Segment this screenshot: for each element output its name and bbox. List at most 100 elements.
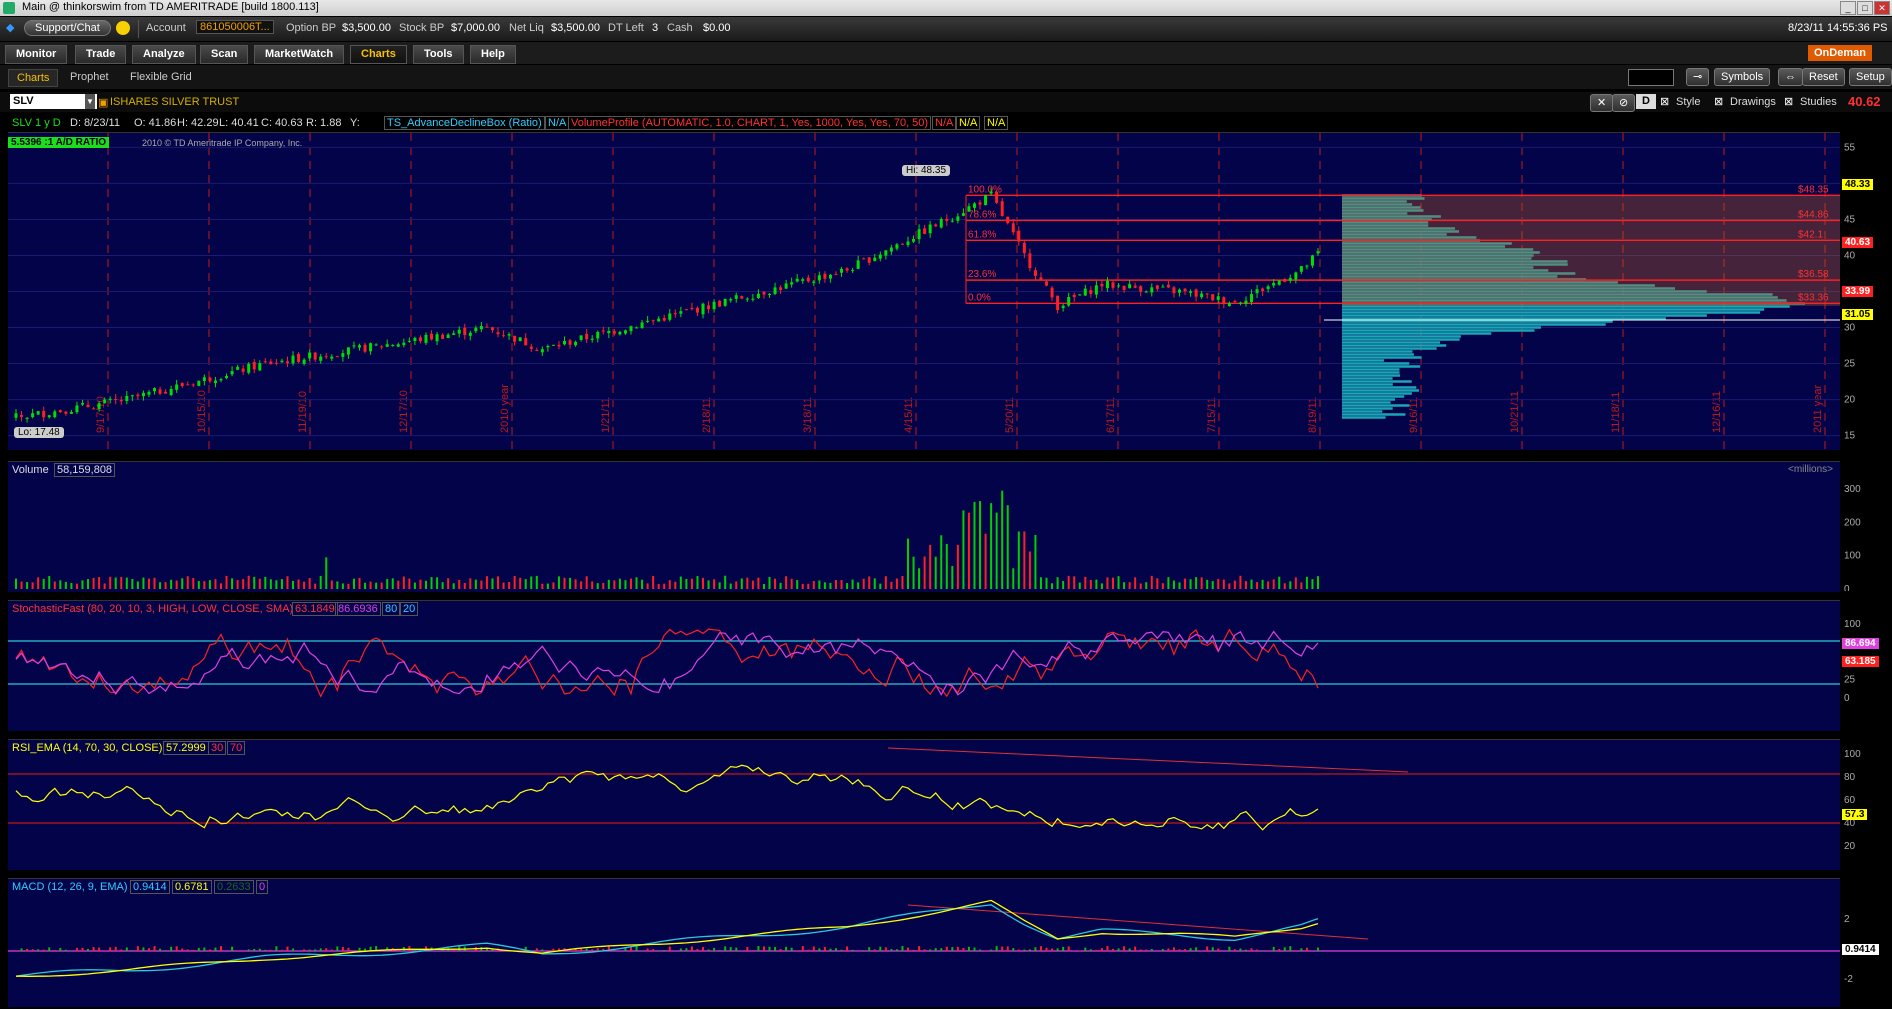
symbols-button[interactable]: Symbols bbox=[1714, 68, 1770, 86]
setup-menu-icon[interactable]: ◆ bbox=[6, 21, 14, 34]
macd-label[interactable]: MACD (12, 26, 9, EMA) bbox=[12, 881, 128, 893]
macd-histogram-bar bbox=[807, 950, 809, 951]
macd-diff-value: 0.2633 bbox=[214, 880, 254, 894]
volume-bar bbox=[181, 578, 183, 589]
studies-button[interactable]: Studies bbox=[1800, 96, 1837, 108]
macd-histogram-bar bbox=[436, 950, 438, 951]
stochastic-label[interactable]: StochasticFast (80, 20, 10, 3, HIGH, LOW… bbox=[12, 603, 293, 615]
chevron-down-icon[interactable]: ▼ bbox=[85, 94, 95, 109]
crosshair-icon[interactable]: ✕ bbox=[1590, 94, 1613, 112]
candle-body bbox=[912, 239, 915, 242]
date-tick-label: 11/18/11 bbox=[1610, 392, 1622, 433]
tab-analyze[interactable]: Analyze bbox=[132, 45, 196, 64]
key-icon[interactable]: ⊸ bbox=[1686, 68, 1709, 86]
macd-histogram-bar bbox=[237, 950, 239, 951]
drawings-button[interactable]: Drawings bbox=[1730, 96, 1776, 108]
volume-bar bbox=[192, 578, 194, 589]
style-button[interactable]: Style bbox=[1676, 96, 1700, 108]
support-chat-button[interactable]: Support/Chat bbox=[24, 20, 111, 36]
volume-bar bbox=[796, 580, 798, 589]
macd-histogram-bar bbox=[901, 946, 903, 951]
stochastic-panel[interactable]: StochasticFast (80, 20, 10, 3, HIGH, LOW… bbox=[8, 600, 1840, 731]
tab-monitor[interactable]: Monitor bbox=[5, 45, 67, 64]
ondemand-button[interactable]: OnDeman bbox=[1808, 45, 1872, 61]
subtab-flexible-grid[interactable]: Flexible Grid bbox=[122, 69, 200, 85]
macd-histogram-bar bbox=[1140, 949, 1142, 951]
alert-icon[interactable] bbox=[116, 21, 130, 35]
subtab-prophet[interactable]: Prophet bbox=[62, 69, 117, 85]
rsi-panel[interactable]: RSI_EMA (14, 70, 30, CLOSE) 57.2999 30 7… bbox=[8, 739, 1840, 870]
candle-body bbox=[391, 345, 394, 346]
volume-bar bbox=[636, 577, 638, 589]
symbol-input[interactable]: SLV bbox=[10, 94, 97, 109]
candle-body bbox=[702, 304, 705, 315]
volume-bar bbox=[1145, 582, 1147, 589]
minimize-button[interactable]: _ bbox=[1840, 1, 1856, 15]
account-select[interactable]: 861050006T... bbox=[196, 20, 274, 34]
volume-bar bbox=[104, 583, 106, 589]
volume-bar bbox=[1079, 583, 1081, 589]
macd-histogram-bar bbox=[1289, 946, 1291, 951]
aggregation-button[interactable]: D bbox=[1636, 94, 1656, 109]
macd-histogram-bar bbox=[15, 950, 17, 951]
macd-histogram-bar bbox=[1167, 949, 1169, 951]
fib-level-label: 78.6% bbox=[968, 209, 996, 220]
copyright: 2010 © TD Ameritrade IP Company, Inc. bbox=[142, 138, 302, 148]
macd-histogram-bar bbox=[973, 948, 975, 951]
tab-trade[interactable]: Trade bbox=[75, 45, 126, 64]
macd-histogram-bar bbox=[685, 948, 687, 951]
price-panel[interactable]: 9/17/1010/15/1011/19/1012/17/102010 year… bbox=[8, 132, 1840, 450]
volume-bar bbox=[419, 580, 421, 589]
tab-help[interactable]: Help bbox=[470, 45, 516, 64]
volume-bar bbox=[375, 583, 377, 589]
maximize-button[interactable]: □ bbox=[1857, 1, 1873, 15]
tab-charts[interactable]: Charts bbox=[350, 45, 407, 64]
volume-bar bbox=[558, 576, 560, 589]
close-button[interactable]: ✕ bbox=[1874, 1, 1890, 15]
macd-histogram-bar bbox=[1317, 948, 1319, 951]
candle-body bbox=[15, 413, 18, 417]
volume-bar bbox=[198, 581, 200, 589]
rsi-tick-label: 60 bbox=[1844, 795, 1856, 806]
tab-scan[interactable]: Scan bbox=[200, 45, 248, 64]
undo-icon[interactable]: ⇔ bbox=[1778, 68, 1803, 86]
candle-body bbox=[480, 326, 483, 329]
candle-body bbox=[214, 381, 217, 383]
candle-body bbox=[546, 346, 549, 347]
study-advance-decline[interactable]: TS_AdvanceDeclineBox (Ratio) bbox=[384, 116, 545, 130]
candle-body bbox=[1250, 294, 1253, 302]
macd-histogram-bar bbox=[76, 948, 78, 951]
volume-bar bbox=[835, 580, 837, 589]
rsi-label[interactable]: RSI_EMA (14, 70, 30, CLOSE) bbox=[12, 742, 162, 754]
macd-histogram-bar bbox=[292, 949, 294, 951]
study-volume-profile[interactable]: VolumeProfile (AUTOMATIC, 1.0, CHART, 1,… bbox=[568, 116, 931, 130]
candle-body bbox=[1305, 266, 1308, 267]
volume-bar bbox=[857, 582, 859, 589]
macd-histogram-bar bbox=[1023, 950, 1025, 951]
volume-profile-bar bbox=[1342, 341, 1440, 344]
candle-body bbox=[1239, 303, 1242, 304]
zoom-icon[interactable]: ⊘ bbox=[1612, 94, 1635, 112]
subtab-charts[interactable]: Charts bbox=[8, 69, 58, 87]
candle-body bbox=[1112, 282, 1115, 287]
candle-body bbox=[1100, 284, 1103, 286]
candle-body bbox=[563, 341, 566, 344]
date-tick-label: 4/15/11 bbox=[903, 397, 915, 433]
style-icon[interactable]: ⊠ bbox=[1660, 95, 1669, 108]
setup-button[interactable]: Setup bbox=[1849, 68, 1892, 86]
macd-histogram-bar bbox=[187, 949, 189, 951]
volume-panel[interactable]: Volume 58,159,808 <millions> bbox=[8, 461, 1840, 592]
price-tick-label: 15 bbox=[1844, 431, 1856, 442]
macd-panel[interactable]: MACD (12, 26, 9, EMA) 0.9414 0.6781 0.26… bbox=[8, 878, 1840, 1007]
macd-histogram-bar bbox=[863, 950, 865, 951]
reset-button[interactable]: Reset bbox=[1802, 68, 1845, 86]
macd-histogram-bar bbox=[1228, 947, 1230, 951]
tab-marketwatch[interactable]: MarketWatch bbox=[254, 45, 344, 64]
candle-body bbox=[341, 353, 344, 357]
volume-profile-bar bbox=[1342, 356, 1422, 359]
studies-icon[interactable]: ⊠ bbox=[1784, 95, 1793, 108]
tab-tools[interactable]: Tools bbox=[413, 45, 464, 64]
volume-bar bbox=[497, 576, 499, 589]
link-box[interactable] bbox=[1628, 69, 1674, 86]
drawings-icon[interactable]: ⊠ bbox=[1714, 95, 1723, 108]
